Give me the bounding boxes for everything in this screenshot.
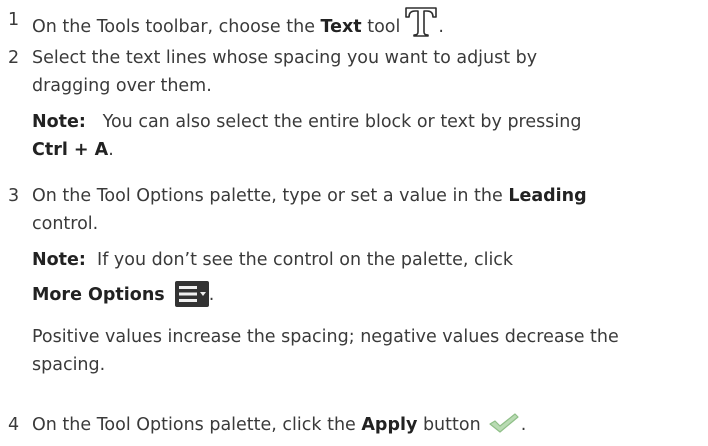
step-number: 1 bbox=[8, 10, 20, 30]
step-text: On the Tool Options palette, click the A… bbox=[32, 411, 697, 443]
step-text-line: On the Tool Options palette, type or set… bbox=[32, 186, 587, 206]
step-number: 2 bbox=[8, 48, 20, 68]
step-text-line: Positive values increase the spacing; ne… bbox=[32, 327, 619, 347]
note: Note: If you don’t see the control on th… bbox=[32, 250, 514, 270]
ui-term-more-options: More Options bbox=[32, 285, 165, 305]
step-body: On the Tools toolbar, choose the Text to… bbox=[32, 6, 697, 47]
apply-checkmark-icon bbox=[487, 412, 521, 443]
ui-term-leading: Leading bbox=[508, 186, 587, 206]
step-body: Select the text lines whose spacing you … bbox=[32, 44, 697, 164]
step-number: 4 bbox=[8, 415, 20, 435]
more-options-line: More Options . bbox=[32, 280, 697, 317]
keyboard-shortcut: Ctrl + A bbox=[32, 140, 109, 160]
note-label: Note: bbox=[32, 250, 86, 270]
more-options-icon bbox=[174, 281, 209, 317]
step-text-line: dragging over them. bbox=[32, 76, 212, 96]
text-tool-icon bbox=[404, 6, 438, 47]
step-text-line: Select the text lines whose spacing you … bbox=[32, 48, 538, 68]
ui-term-apply: Apply bbox=[361, 415, 418, 435]
ui-term-text: Text bbox=[320, 17, 362, 37]
note-continuation: Ctrl + A. bbox=[32, 140, 114, 160]
step-text-line: control. bbox=[32, 214, 99, 234]
step-text: On the Tools toolbar, choose the Text to… bbox=[32, 6, 697, 47]
note: Note: You can also select the entire blo… bbox=[32, 112, 582, 132]
step-number: 3 bbox=[8, 186, 20, 206]
note-label: Note: bbox=[32, 112, 86, 132]
step-body: On the Tool Options palette, type or set… bbox=[32, 182, 697, 379]
step-body: On the Tool Options palette, click the A… bbox=[32, 411, 697, 443]
step-text-line: spacing. bbox=[32, 355, 106, 375]
